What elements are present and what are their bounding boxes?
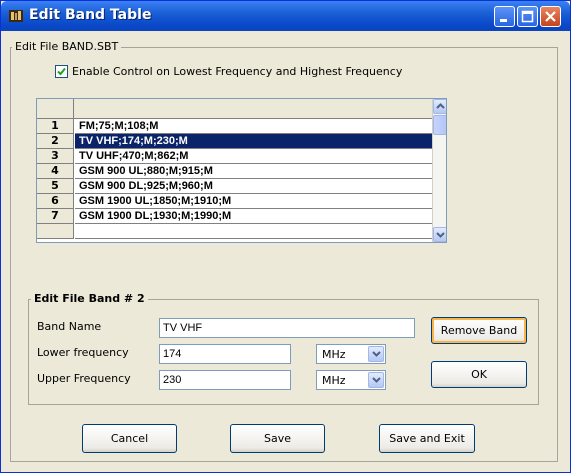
band-entry[interactable]: GSM 900 DL;925;M;960;M — [75, 179, 432, 194]
chevron-down-icon — [371, 377, 381, 383]
minimize-button[interactable] — [494, 6, 515, 27]
dropdown-button[interactable] — [368, 372, 384, 388]
row-number — [37, 224, 74, 239]
enable-control-label: Enable Control on Lowest Frequency and H… — [72, 65, 403, 78]
window-title: Edit Band Table — [29, 7, 152, 23]
minimize-icon — [500, 19, 507, 22]
scroll-thumb[interactable] — [433, 115, 446, 135]
band-entry — [75, 224, 432, 239]
edit-band-group-label: Edit File Band # 2 — [31, 292, 148, 305]
table-header — [37, 99, 432, 119]
band-entry[interactable]: TV VHF;174;M;230;M — [75, 134, 432, 149]
table-row[interactable]: 5 GSM 900 DL;925;M;960;M — [37, 179, 432, 194]
table-row[interactable]: 2 TV VHF;174;M;230;M — [37, 134, 432, 149]
cancel-button[interactable]: Cancel — [82, 424, 177, 453]
band-entry[interactable]: GSM 1900 DL;1930;M;1990;M — [75, 209, 432, 224]
close-icon — [545, 11, 556, 22]
checkmark-icon — [57, 67, 66, 76]
band-name-label: Band Name — [37, 320, 102, 333]
table-row[interactable]: 3 TV UHF;470;M;862;M — [37, 149, 432, 164]
row-number: 2 — [37, 134, 74, 149]
table-row[interactable]: 4 GSM 900 UL;880;M;915;M — [37, 164, 432, 179]
table-row[interactable]: 1 FM;75;M;108;M — [37, 119, 432, 134]
band-entry[interactable]: GSM 1900 UL;1850;M;1910;M — [75, 194, 432, 209]
upper-frequency-input[interactable]: 230 — [159, 370, 291, 390]
row-number: 5 — [37, 179, 74, 194]
row-number: 7 — [37, 209, 74, 224]
row-number: 6 — [37, 194, 74, 209]
app-icon — [9, 10, 23, 22]
lower-frequency-label: Lower frequency — [37, 346, 129, 359]
close-button[interactable] — [540, 6, 561, 27]
dropdown-button[interactable] — [368, 346, 384, 362]
table-row[interactable]: 7 GSM 1900 DL;1930;M;1990;M — [37, 209, 432, 224]
header-corner — [37, 99, 74, 118]
scroll-down-button[interactable] — [433, 227, 446, 242]
band-entry[interactable]: GSM 900 UL;880;M;915;M — [75, 164, 432, 179]
upper-frequency-label: Upper Frequency — [37, 372, 131, 385]
band-name-input[interactable]: TV VHF — [159, 318, 415, 338]
scroll-up-button[interactable] — [433, 99, 446, 114]
maximize-icon — [521, 10, 534, 23]
lower-unit-select[interactable]: MHz — [316, 344, 386, 364]
enable-control-checkbox[interactable] — [55, 65, 68, 78]
lower-frequency-input[interactable]: 174 — [159, 344, 291, 364]
row-number: 1 — [37, 119, 74, 134]
chevron-up-icon — [436, 103, 445, 109]
save-button[interactable]: Save — [230, 424, 325, 453]
band-entry[interactable]: FM;75;M;108;M — [75, 119, 432, 134]
table-row-partial — [37, 224, 432, 239]
remove-band-button[interactable]: Remove Band — [431, 317, 527, 344]
band-table[interactable]: 1 FM;75;M;108;M 2 TV VHF;174;M;230;M 3 T… — [36, 98, 447, 243]
lower-unit-value: MHz — [322, 348, 346, 361]
maximize-button[interactable] — [517, 6, 538, 27]
edit-band-table-window: Edit Band Table Edit File BAND.SBT Enabl… — [0, 0, 571, 473]
ok-button[interactable]: OK — [431, 361, 527, 388]
title-bar[interactable]: Edit Band Table — [1, 1, 570, 31]
chevron-down-icon — [371, 351, 381, 357]
band-entry[interactable]: TV UHF;470;M;862;M — [75, 149, 432, 164]
upper-unit-select[interactable]: MHz — [316, 370, 386, 390]
upper-unit-value: MHz — [322, 374, 346, 387]
edit-file-group-label: Edit File BAND.SBT — [12, 40, 122, 53]
table-row[interactable]: 6 GSM 1900 UL;1850;M;1910;M — [37, 194, 432, 209]
chevron-down-icon — [436, 232, 445, 238]
vertical-scrollbar[interactable] — [432, 99, 446, 242]
row-number: 4 — [37, 164, 74, 179]
save-and-exit-button[interactable]: Save and Exit — [379, 424, 475, 453]
row-number: 3 — [37, 149, 74, 164]
